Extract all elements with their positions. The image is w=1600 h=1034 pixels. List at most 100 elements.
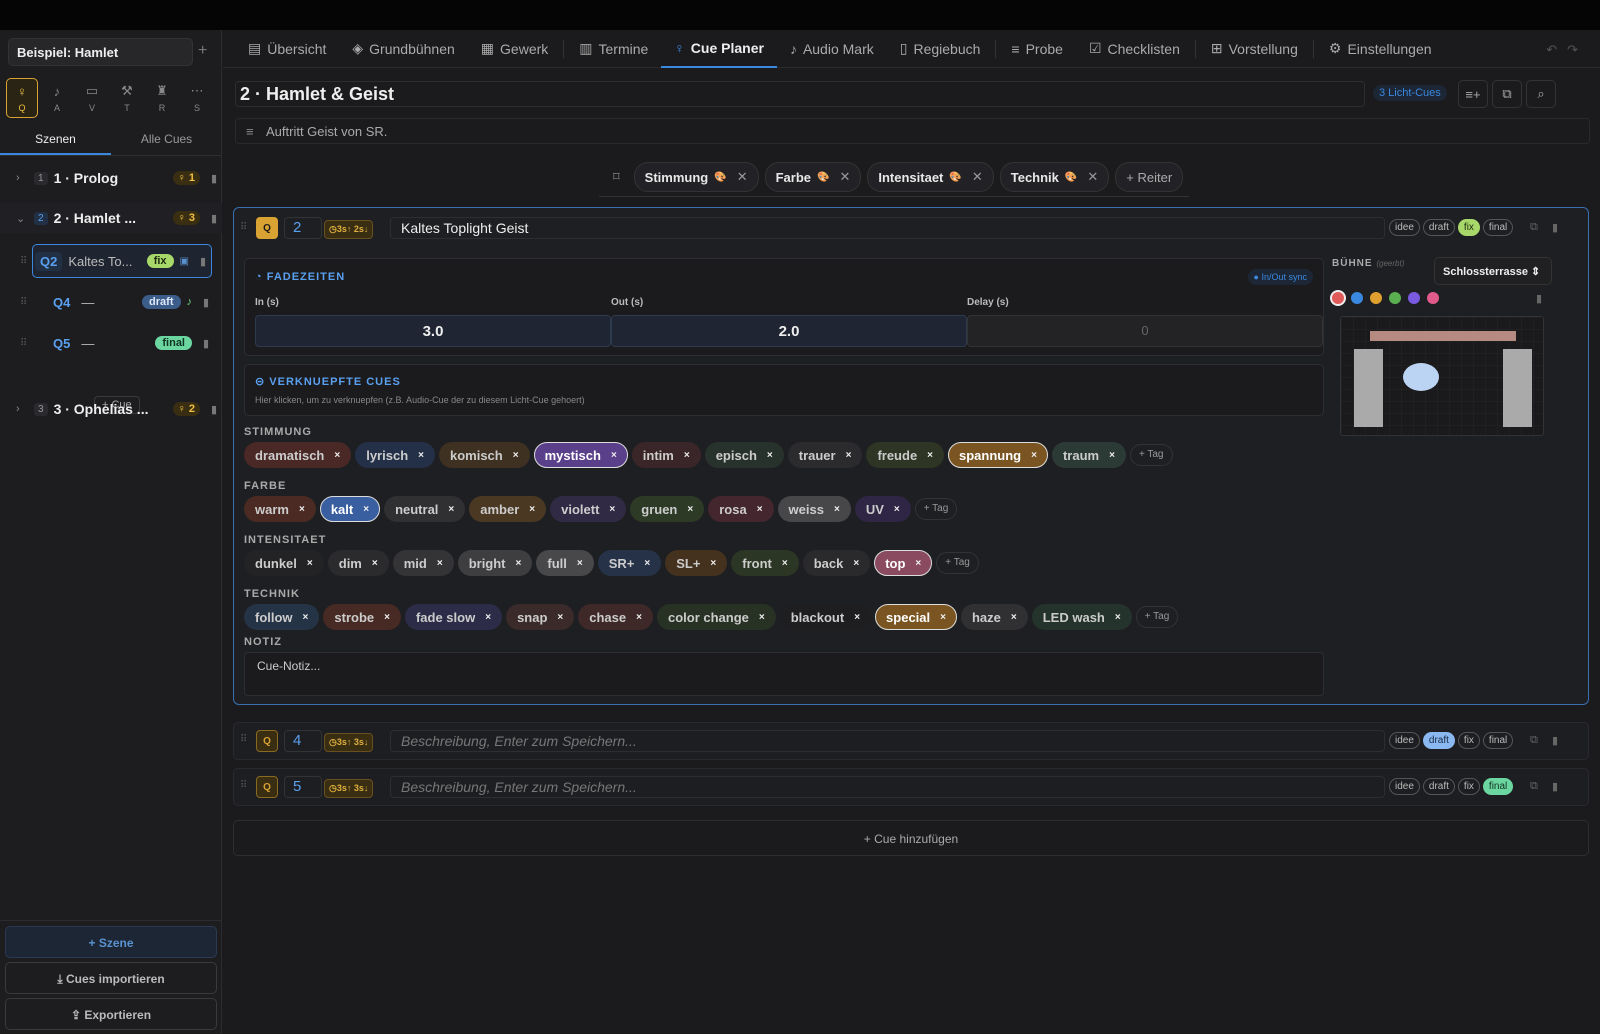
status-draft-button[interactable]: draft bbox=[1422, 778, 1455, 795]
color-swatch[interactable] bbox=[1351, 292, 1363, 304]
category-s[interactable]: ⋯ S bbox=[181, 78, 213, 118]
remove-tag-icon[interactable]: × bbox=[853, 558, 859, 569]
tab-termine[interactable]: ▥ Termine bbox=[566, 30, 661, 68]
tag-chip[interactable]: rosa × bbox=[708, 496, 774, 522]
tab-grundbühnen[interactable]: ◈ Grundbühnen bbox=[339, 30, 467, 68]
tag-chip[interactable]: haze × bbox=[960, 604, 1028, 630]
add-list-button[interactable]: ≡+ bbox=[1458, 80, 1488, 108]
tag-chip[interactable]: gruen × bbox=[630, 496, 705, 522]
remove-tag-icon[interactable]: × bbox=[611, 450, 617, 461]
tag-chip[interactable]: neutral × bbox=[384, 496, 466, 522]
tag-chip[interactable]: dim × bbox=[327, 550, 389, 576]
remove-tag-icon[interactable]: × bbox=[644, 558, 650, 569]
reiter-tab[interactable]: Stimmung 🎨 ✕ bbox=[633, 162, 759, 192]
trash-icon[interactable]: ▮ bbox=[195, 255, 211, 268]
color-swatch[interactable] bbox=[1408, 292, 1420, 304]
remove-tag-icon[interactable]: × bbox=[684, 450, 690, 461]
tab-probe[interactable]: ≡ Probe bbox=[998, 30, 1076, 68]
tag-chip[interactable]: lyrisch × bbox=[355, 442, 435, 468]
tag-chip[interactable]: front × bbox=[731, 550, 799, 576]
tag-chip[interactable]: traum × bbox=[1051, 442, 1126, 468]
scene-title-input[interactable]: 2 · Hamlet & Geist bbox=[235, 81, 1365, 107]
tag-chip[interactable]: dunkel × bbox=[244, 550, 324, 576]
tag-chip[interactable]: back × bbox=[802, 550, 871, 576]
cue-number-input[interactable]: 4 bbox=[284, 730, 322, 752]
remove-tag-icon[interactable]: × bbox=[448, 504, 454, 515]
trash-icon[interactable]: ▮ bbox=[1552, 734, 1558, 747]
drag-handle-icon[interactable]: ⠿ bbox=[20, 297, 30, 308]
cue-description-input[interactable]: Beschreibung, Enter zum Speichern... bbox=[390, 730, 1385, 752]
project-name[interactable]: Beispiel: Hamlet bbox=[8, 38, 193, 66]
tag-chip[interactable]: intim × bbox=[631, 442, 701, 468]
remove-tag-icon[interactable]: × bbox=[1115, 612, 1121, 623]
tag-chip[interactable]: follow × bbox=[244, 604, 320, 630]
drag-handle-icon[interactable]: ⠿ bbox=[20, 256, 30, 267]
tag-chip[interactable]: fade slow × bbox=[404, 604, 503, 630]
remove-tag-icon[interactable]: × bbox=[557, 612, 563, 623]
trash-icon[interactable]: ▮ bbox=[198, 296, 214, 309]
remove-tag-icon[interactable]: × bbox=[1031, 450, 1037, 461]
remove-tag-icon[interactable]: × bbox=[757, 504, 763, 515]
remove-tag-icon[interactable]: × bbox=[303, 612, 309, 623]
stage-select[interactable]: Schlossterrasse ⇕ bbox=[1434, 257, 1552, 285]
add-tag-button[interactable]: + Tag bbox=[1135, 606, 1179, 628]
remove-tag-icon[interactable]: × bbox=[894, 504, 900, 515]
tag-chip[interactable]: freude × bbox=[866, 442, 945, 468]
close-icon[interactable]: ✕ bbox=[737, 169, 748, 185]
remove-tag-icon[interactable]: × bbox=[767, 450, 773, 461]
category-t[interactable]: ⚒ T bbox=[111, 78, 143, 118]
remove-tag-icon[interactable]: × bbox=[307, 558, 313, 569]
close-icon[interactable]: ✕ bbox=[839, 169, 850, 185]
trash-icon[interactable]: ▮ bbox=[198, 337, 214, 350]
scene-cue-row[interactable]: Q2 Kaltes To... fix ▣ ▮ bbox=[32, 244, 212, 278]
reiter-tab[interactable]: Intensitaet 🎨 ✕ bbox=[867, 162, 994, 192]
tag-chip[interactable]: special × bbox=[875, 604, 957, 630]
tab-einstellungen[interactable]: ⚙ Einstellungen bbox=[1316, 30, 1445, 68]
remove-tag-icon[interactable]: × bbox=[1109, 450, 1115, 461]
tag-chip[interactable]: bright × bbox=[457, 550, 533, 576]
tag-chip[interactable]: SR+ × bbox=[597, 550, 662, 576]
tab-cue-planer[interactable]: ♀ Cue Planer bbox=[661, 30, 777, 68]
scene-cue-row[interactable]: ⠿ Q5 — final ▮ bbox=[18, 326, 214, 360]
category-r[interactable]: ♜ R bbox=[146, 78, 178, 118]
add-reiter-button[interactable]: + Reiter bbox=[1115, 162, 1184, 192]
tag-chip[interactable]: snap × bbox=[506, 604, 575, 630]
scene-description-field[interactable]: ≡ Auftritt Geist von SR. bbox=[235, 118, 1590, 144]
status-draft-button[interactable]: draft bbox=[1422, 732, 1455, 749]
cue-number-input[interactable]: 5 bbox=[284, 776, 322, 798]
remove-tag-icon[interactable]: × bbox=[485, 612, 491, 623]
tag-chip[interactable]: blackout × bbox=[779, 604, 872, 630]
tag-chip[interactable]: full × bbox=[536, 550, 594, 576]
remove-tag-icon[interactable]: × bbox=[940, 612, 946, 623]
status-fix-button[interactable]: fix bbox=[1457, 732, 1480, 749]
remove-tag-icon[interactable]: × bbox=[854, 612, 860, 623]
tag-chip[interactable]: strobe × bbox=[323, 604, 401, 630]
fade-in-input[interactable]: 3.0 bbox=[255, 315, 611, 347]
close-icon[interactable]: ✕ bbox=[972, 169, 983, 185]
remove-tag-icon[interactable]: × bbox=[516, 558, 522, 569]
drag-handle-icon[interactable]: ⠿ bbox=[20, 338, 30, 349]
remove-tag-icon[interactable]: × bbox=[609, 504, 615, 515]
status-fix-button[interactable]: fix bbox=[1457, 219, 1480, 236]
import-cues-button[interactable]: ⤓ Cues importieren bbox=[5, 962, 217, 994]
tab-audio-mark[interactable]: ♪ Audio Mark bbox=[777, 30, 887, 68]
tab-übersicht[interactable]: ▤ Übersicht bbox=[235, 30, 339, 68]
tag-chip[interactable]: spannung × bbox=[948, 442, 1048, 468]
remove-tag-icon[interactable]: × bbox=[927, 450, 933, 461]
tag-chip[interactable]: chase × bbox=[578, 604, 653, 630]
remove-tag-icon[interactable]: × bbox=[782, 558, 788, 569]
copy-icon[interactable]: ⧉ bbox=[1530, 221, 1538, 234]
tab-all-cues[interactable]: Alle Cues bbox=[111, 122, 222, 155]
color-swatch[interactable] bbox=[1389, 292, 1401, 304]
tab-regiebuch[interactable]: ▯ Regiebuch bbox=[887, 30, 994, 68]
remove-tag-icon[interactable]: × bbox=[334, 450, 340, 461]
remove-tag-icon[interactable]: × bbox=[759, 612, 765, 623]
add-scene-button[interactable]: + Szene bbox=[5, 926, 217, 958]
status-idee-button[interactable]: idee bbox=[1389, 778, 1420, 795]
remove-tag-icon[interactable]: × bbox=[636, 612, 642, 623]
remove-tag-icon[interactable]: × bbox=[437, 558, 443, 569]
remove-tag-icon[interactable]: × bbox=[299, 504, 305, 515]
redo-icon[interactable]: ↷ bbox=[1567, 42, 1588, 57]
remove-tag-icon[interactable]: × bbox=[384, 612, 390, 623]
status-idee-button[interactable]: idee bbox=[1389, 219, 1420, 236]
